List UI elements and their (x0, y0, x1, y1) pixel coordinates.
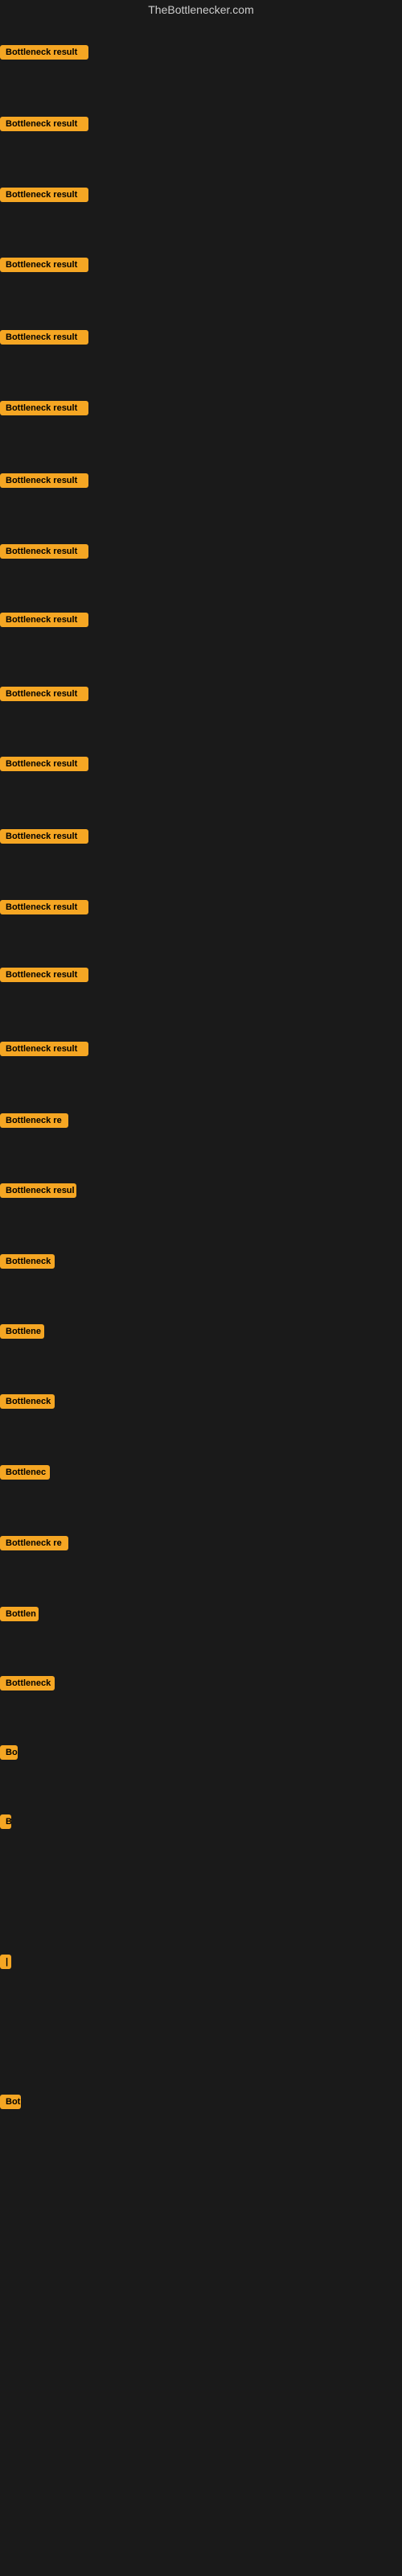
bottleneck-badge: Bottleneck result (0, 330, 88, 345)
bottleneck-badge: Bottleneck result (0, 968, 88, 982)
bottleneck-badge: Bottleneck (0, 1676, 55, 1690)
bottleneck-badge: Bottlene (0, 1324, 44, 1339)
bottleneck-badge: | (0, 1955, 11, 1969)
bottleneck-badge: B (0, 1814, 11, 1829)
bottleneck-badge: Bottleneck result (0, 757, 88, 771)
bottleneck-badge: Bottleneck result (0, 544, 88, 559)
bottleneck-badge: Bottleneck result (0, 900, 88, 914)
bottleneck-badge: Bottleneck result (0, 613, 88, 627)
bottleneck-badge: Bot (0, 2095, 21, 2109)
bottleneck-badge: Bottleneck re (0, 1113, 68, 1128)
bottleneck-badge: Bottleneck (0, 1394, 55, 1409)
bottleneck-badge: Bottleneck result (0, 45, 88, 60)
bottleneck-badge: Bottleneck result (0, 401, 88, 415)
bottleneck-badge: Bottleneck (0, 1254, 55, 1269)
bottleneck-badge: Bottleneck result (0, 829, 88, 844)
bottleneck-badge: Bottleneck result (0, 1042, 88, 1056)
bottleneck-badge: Bottleneck result (0, 117, 88, 131)
bottleneck-badge: Bottleneck result (0, 188, 88, 202)
bottleneck-badge: Bottleneck result (0, 258, 88, 272)
bottleneck-badge: Bottlen (0, 1607, 39, 1621)
bottleneck-badge: Bottleneck resul (0, 1183, 76, 1198)
site-title: TheBottlenecker.com (0, 0, 402, 19)
bottleneck-badge: Bottleneck re (0, 1536, 68, 1550)
bottleneck-badge: Bo (0, 1745, 18, 1760)
bottleneck-badge: Bottleneck result (0, 687, 88, 701)
bottleneck-badge: Bottleneck result (0, 473, 88, 488)
bottleneck-badge: Bottlenec (0, 1465, 50, 1480)
